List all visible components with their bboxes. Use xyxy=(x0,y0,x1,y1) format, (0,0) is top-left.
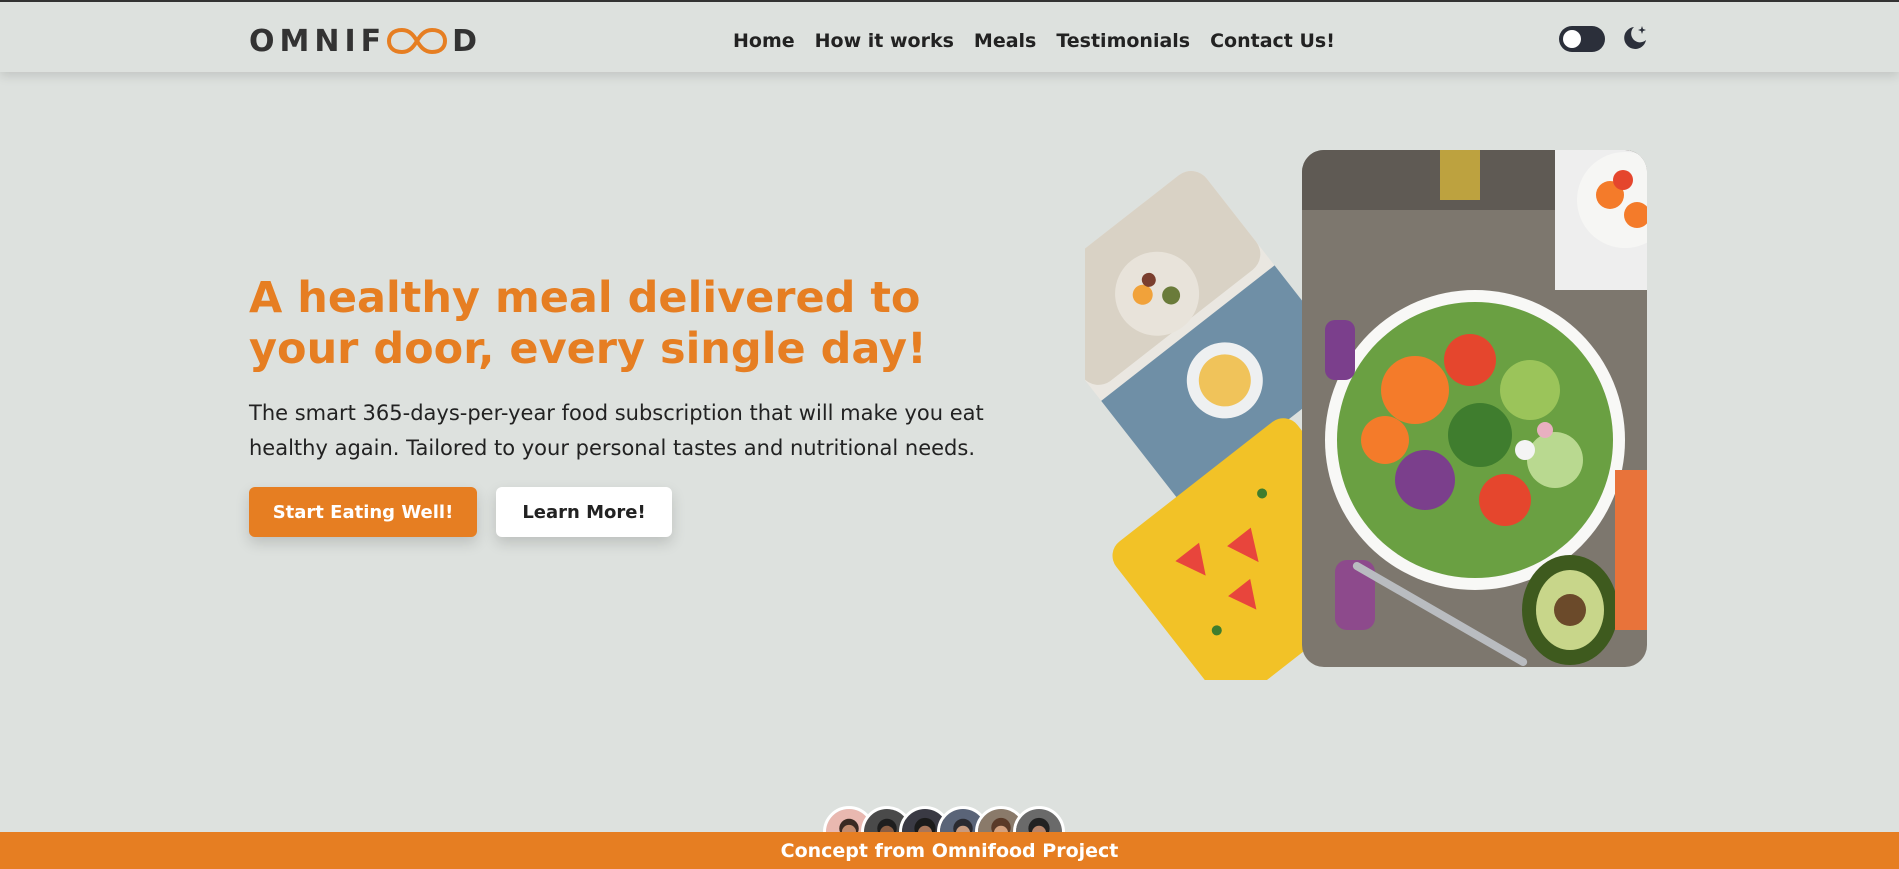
nav-meals[interactable]: Meals xyxy=(974,30,1036,52)
logo-text-suffix: D xyxy=(452,23,483,59)
theme-toggle-switch[interactable] xyxy=(1559,26,1605,52)
omnifood-logo[interactable]: OMNIF D xyxy=(249,23,483,59)
hero-heading: A healthy meal delivered to your door, e… xyxy=(249,273,927,374)
main-nav: Home How it works Meals Testimonials Con… xyxy=(733,30,1335,52)
footer-credit: Concept from Omnifood Project xyxy=(780,839,1119,862)
start-eating-button[interactable]: Start Eating Well! xyxy=(249,487,477,537)
toggle-knob xyxy=(1563,30,1581,48)
nav-home[interactable]: Home xyxy=(733,30,795,52)
hero-meal-image xyxy=(1085,150,1647,680)
hero-description: The smart 365-days-per-year food subscri… xyxy=(249,401,984,460)
nav-testimonials[interactable]: Testimonials xyxy=(1056,30,1190,52)
logo-text-prefix: OMNIF xyxy=(249,23,387,59)
salad-photo xyxy=(1302,150,1647,667)
site-footer: Concept from Omnifood Project xyxy=(0,832,1899,869)
site-header: OMNIF D Home How it works Meals Testimon… xyxy=(0,2,1899,72)
learn-more-button[interactable]: Learn More! xyxy=(496,487,672,537)
nav-contact[interactable]: Contact Us! xyxy=(1210,30,1335,52)
nav-how-it-works[interactable]: How it works xyxy=(815,30,954,52)
moon-icon[interactable] xyxy=(1621,24,1649,52)
infinity-logo-icon xyxy=(387,27,448,55)
